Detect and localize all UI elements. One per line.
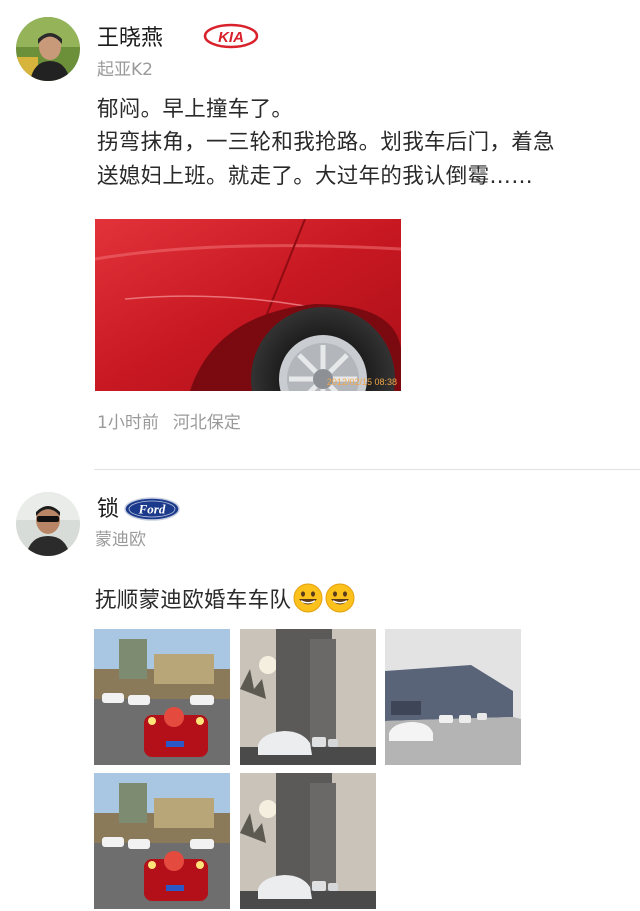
- svg-text:Ford: Ford: [138, 502, 166, 517]
- user-name[interactable]: 锁: [97, 497, 119, 523]
- post-photo[interactable]: 2012/02/15 08:38: [95, 219, 401, 391]
- post-text-content: 抚顺蒙迪欧婚车车队: [95, 588, 292, 613]
- post-photo[interactable]: [385, 629, 521, 765]
- post-photo[interactable]: [94, 773, 230, 909]
- user-name[interactable]: 王晓燕: [97, 26, 163, 52]
- post-photo[interactable]: [240, 629, 376, 765]
- location[interactable]: 河北保定: [173, 413, 241, 433]
- ford-logo-icon: Ford: [124, 497, 180, 525]
- post-photo[interactable]: [240, 773, 376, 909]
- avatar[interactable]: [16, 492, 80, 556]
- photo-timestamp: 2012/02/15 08:38: [327, 377, 397, 387]
- car-model[interactable]: 蒙迪欧: [95, 530, 146, 550]
- avatar[interactable]: [16, 17, 80, 81]
- kia-logo-icon: KIA: [203, 23, 259, 53]
- car-model[interactable]: 起亚K2: [97, 60, 153, 80]
- feed-post: 王晓燕 KIA 起亚K2 郁闷。早上撞车了。 拐弯抹角，一三轮和我抢路。划我车后…: [0, 0, 640, 470]
- svg-text:KIA: KIA: [218, 29, 244, 46]
- post-meta: 1小时前 河北保定: [97, 413, 255, 433]
- post-text-line: 拐弯抹角，一三轮和我抢路。划我车后门，着急: [97, 130, 555, 155]
- post-text-line: 郁闷。早上撞车了。: [97, 97, 294, 122]
- post-text: 抚顺蒙迪欧婚车车队: [95, 583, 355, 616]
- grinning-face-emoji: [293, 583, 323, 613]
- post-text-line: 送媳妇上班。就走了。大过年的我认倒霉……: [97, 164, 534, 189]
- feed-post: 锁 Ford 蒙迪欧 抚顺蒙迪欧婚车车队: [0, 470, 640, 911]
- post-photo[interactable]: [94, 629, 230, 765]
- time-ago: 1小时前: [97, 413, 159, 433]
- grinning-face-emoji: [325, 583, 355, 613]
